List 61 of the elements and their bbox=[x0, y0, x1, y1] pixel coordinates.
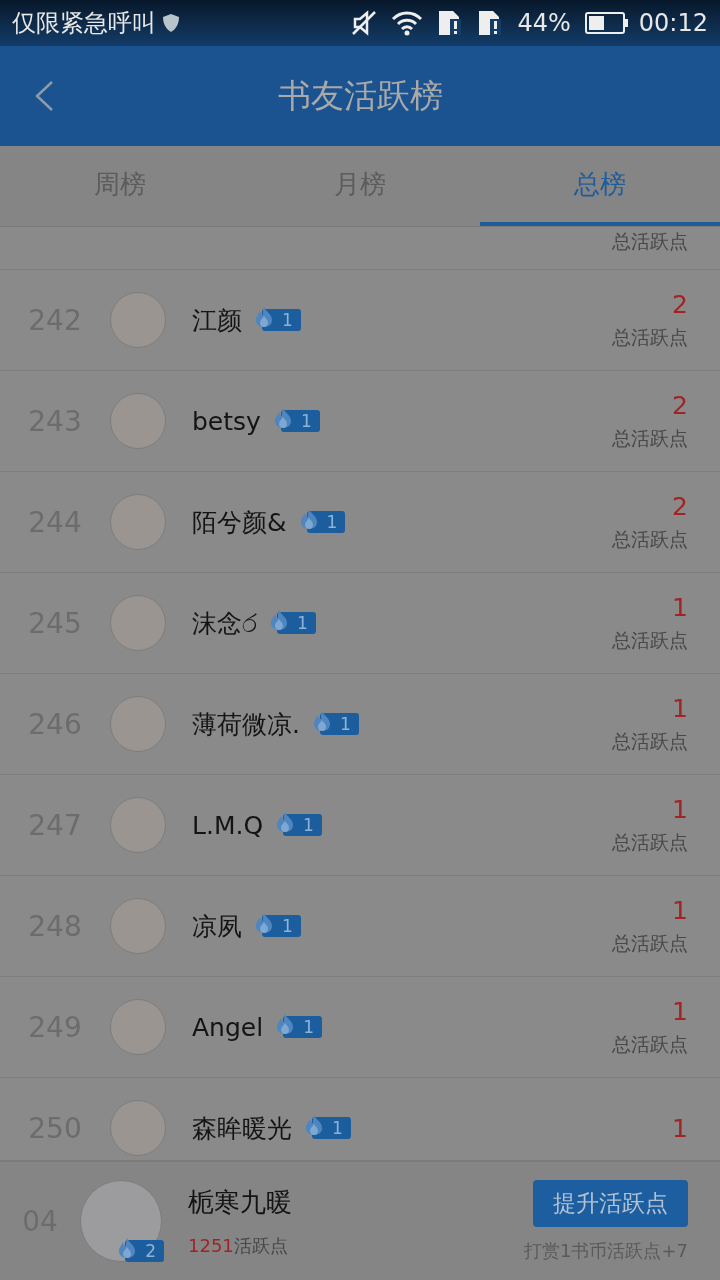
points-text: 1251活跃点 bbox=[188, 1233, 289, 1258]
points-value: 1 bbox=[672, 693, 688, 723]
flame-icon bbox=[269, 609, 289, 631]
points-value: 2 bbox=[672, 390, 688, 420]
avatar[interactable] bbox=[110, 898, 166, 954]
avatar[interactable] bbox=[110, 494, 166, 550]
avatar[interactable] bbox=[110, 696, 166, 752]
points-label: 总活跃点 bbox=[612, 627, 688, 653]
flame-icon bbox=[275, 1013, 296, 1035]
wifi-icon bbox=[391, 10, 424, 36]
points-value: 1 bbox=[672, 592, 688, 622]
points-label: 总活跃点 bbox=[612, 1031, 688, 1057]
battery-percent: 44% bbox=[517, 9, 571, 37]
points-value: 2 bbox=[672, 289, 688, 319]
ranking-tab[interactable]: 总榜 bbox=[480, 146, 720, 226]
user-name: 江颜 bbox=[192, 304, 242, 337]
avatar[interactable] bbox=[110, 292, 166, 348]
points-label: 总活跃点 bbox=[612, 425, 688, 451]
user-name: betsy bbox=[192, 406, 261, 436]
page-title: 书友活跃榜 bbox=[277, 74, 443, 117]
points-value: 1 bbox=[672, 996, 688, 1026]
points-value: 1 bbox=[672, 794, 688, 824]
avatar[interactable] bbox=[110, 393, 166, 449]
points-label: 总活跃点 bbox=[612, 829, 688, 855]
flame-icon bbox=[311, 710, 332, 732]
flame-icon bbox=[298, 508, 319, 530]
avatar[interactable] bbox=[110, 999, 166, 1055]
points-label: 总活跃点 bbox=[612, 930, 688, 956]
flame-icon bbox=[304, 1114, 324, 1136]
avatar[interactable] bbox=[110, 595, 166, 651]
mute-icon bbox=[351, 10, 378, 36]
points-value: 2 bbox=[672, 491, 688, 521]
user-name: 陌兮颜& bbox=[192, 506, 287, 539]
user-name: L.M.Q bbox=[192, 810, 264, 840]
back-icon[interactable] bbox=[34, 80, 54, 112]
user-name: 森眸暖光 bbox=[192, 1112, 292, 1145]
sim-alert-icon bbox=[437, 9, 464, 37]
user-name: 沫念ර bbox=[192, 607, 257, 640]
points-value: 1 bbox=[672, 895, 688, 925]
user-name: 薄荷微凉. bbox=[192, 708, 300, 741]
flame-icon bbox=[254, 306, 274, 328]
points-label: 总活跃点 bbox=[612, 324, 688, 350]
points-label: 总活跃点 bbox=[612, 229, 688, 254]
avatar[interactable] bbox=[110, 1100, 166, 1156]
flame-icon bbox=[117, 1237, 138, 1259]
battery-icon bbox=[584, 12, 629, 34]
points-label: 总活跃点 bbox=[612, 728, 688, 754]
flame-icon bbox=[272, 407, 293, 429]
flame-icon bbox=[254, 912, 274, 934]
user-name: 凉夙 bbox=[192, 910, 242, 943]
clock-time: 00:12 bbox=[638, 9, 708, 37]
flame-icon bbox=[275, 811, 296, 833]
points-value: 1 bbox=[672, 1113, 688, 1143]
avatar[interactable] bbox=[110, 797, 166, 853]
user-name: Angel bbox=[192, 1012, 264, 1042]
carrier-text: 仅限紧急呼叫 bbox=[12, 8, 156, 39]
sim-alert-icon bbox=[477, 9, 504, 37]
points-label: 总活跃点 bbox=[612, 526, 688, 552]
user-name: 栀寒九暖 bbox=[188, 1185, 292, 1219]
shield-icon bbox=[162, 13, 180, 33]
boost-points-button[interactable]: 提升活跃点 bbox=[533, 1179, 688, 1227]
